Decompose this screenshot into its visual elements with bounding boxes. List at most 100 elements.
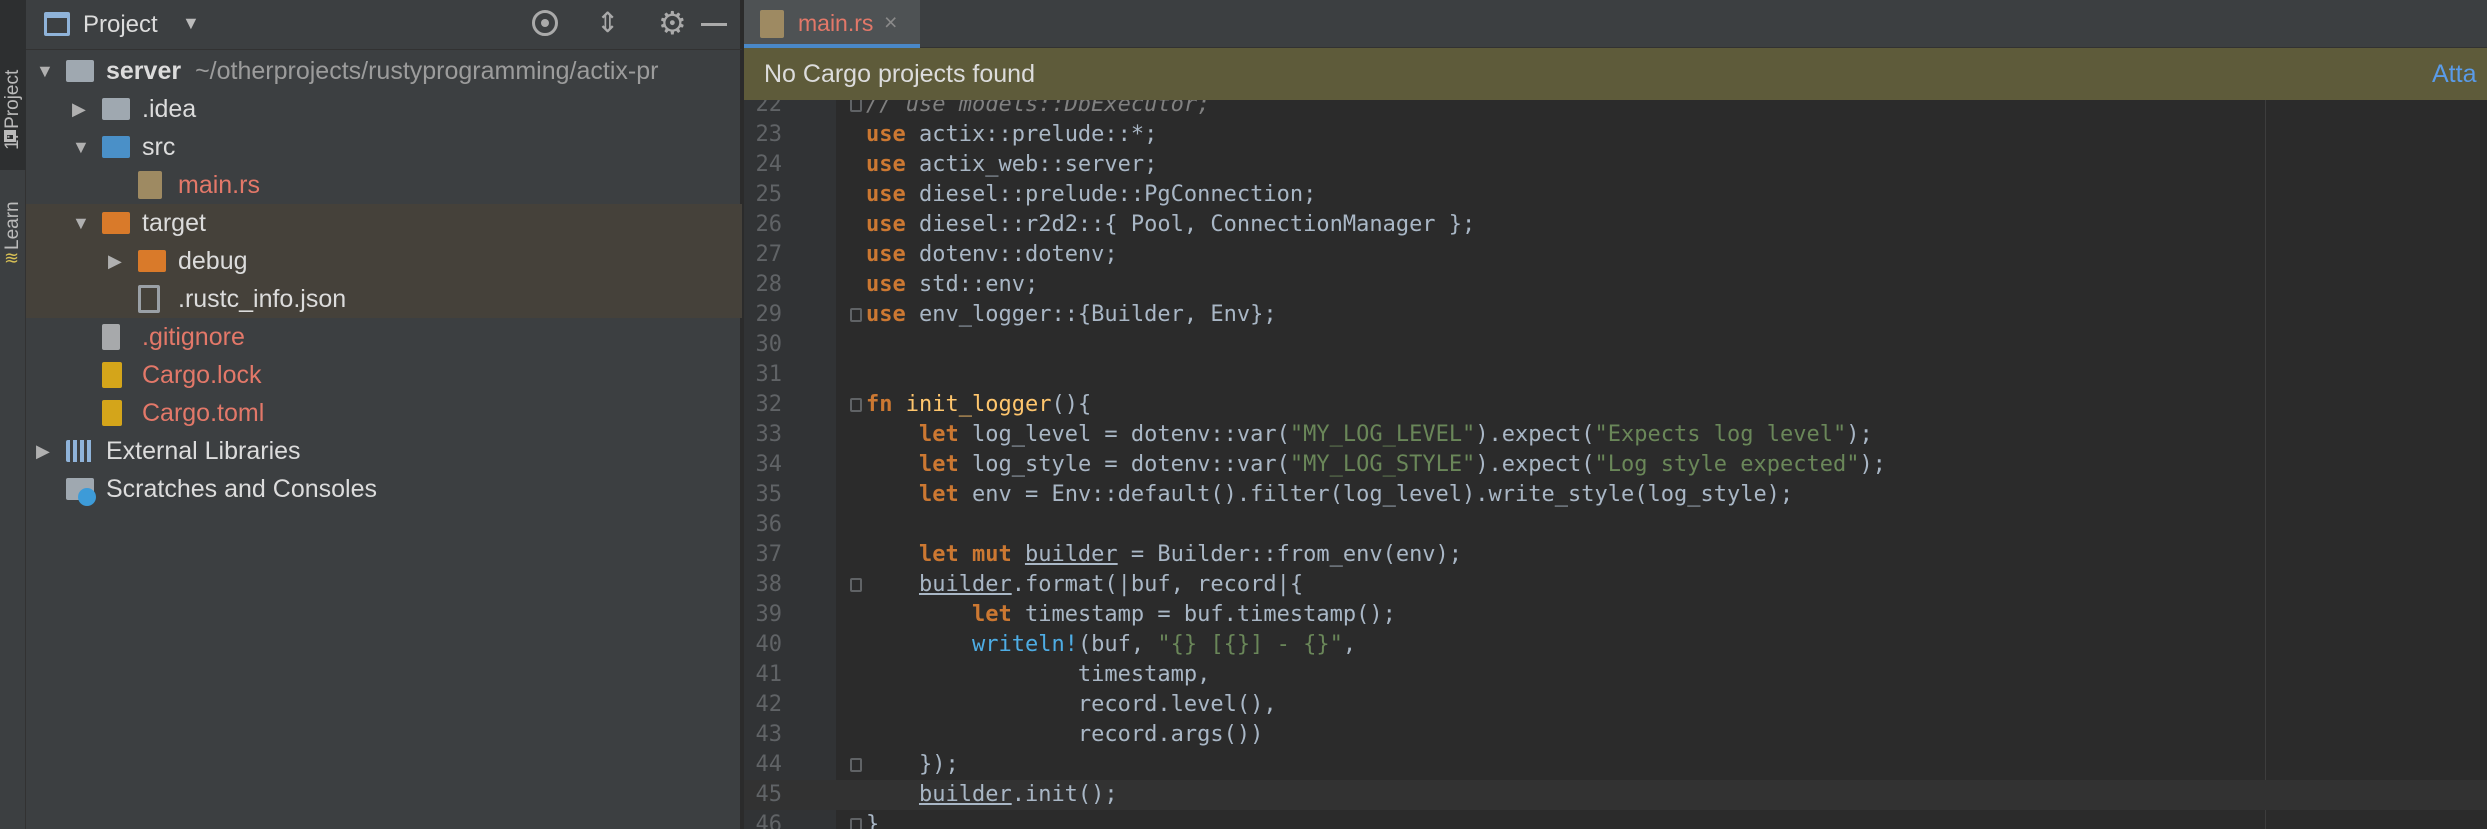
code-line[interactable]: 23 use actix::prelude::*; — [744, 120, 2487, 150]
code-line[interactable]: 25 use diesel::prelude::PgConnection; — [744, 180, 2487, 210]
close-icon[interactable]: × — [884, 9, 897, 36]
tree-item[interactable]: .gitignore — [26, 318, 742, 356]
fold-marker-icon[interactable] — [850, 818, 862, 829]
code-line[interactable]: 41 timestamp, — [744, 660, 2487, 690]
chevron-right-icon[interactable]: ▶ — [72, 90, 86, 128]
line-number: 28 — [755, 272, 783, 297]
chevron-right-icon[interactable]: ▶ — [108, 242, 122, 280]
chevron-down-icon[interactable]: ▼ — [36, 52, 54, 90]
tree-item[interactable]: ▼ target — [26, 204, 742, 242]
code-text: use diesel::r2d2::{ Pool, ConnectionMana… — [866, 212, 1476, 237]
editor-tab-label: main.rs — [798, 10, 874, 36]
chevron-right-icon[interactable]: ▶ — [36, 432, 50, 470]
editor-tab-main-rs[interactable]: main.rs × — [744, 0, 920, 48]
notification-banner: No Cargo projects found Atta — [744, 48, 2487, 100]
tree-item-label: main.rs — [178, 171, 260, 199]
tree-item-label: Cargo.lock — [142, 361, 262, 389]
tree-item[interactable]: ▼ server ~/otherprojects/rustyprogramming/… — [26, 52, 742, 90]
fold-marker-icon[interactable] — [850, 758, 862, 772]
tree-item[interactable]: Scratches and Consoles — [26, 470, 742, 508]
file-icon — [66, 478, 96, 506]
code-text: use dotenv::dotenv; — [866, 242, 1118, 267]
code-line[interactable]: 43 record.args()) — [744, 720, 2487, 750]
code-text: record.level(), — [866, 692, 1277, 717]
folder-icon — [102, 136, 130, 158]
code-line[interactable]: 32 fn init_logger(){ — [744, 390, 2487, 420]
tree-item[interactable]: ▼ src — [26, 128, 742, 166]
line-number: 43 — [755, 722, 783, 747]
code-line[interactable]: 35 let env = Env::default().filter(log_l… — [744, 480, 2487, 510]
code-line[interactable]: 42 record.level(), — [744, 690, 2487, 720]
code-line[interactable]: 40 writeln!(buf, "{} [{}] - {}", — [744, 630, 2487, 660]
code-text: } — [866, 812, 880, 829]
code-line[interactable]: 46} — [744, 810, 2487, 829]
code-line[interactable]: 38 builder.format(|buf, record|{ — [744, 570, 2487, 600]
line-number: 36 — [755, 512, 783, 537]
code-line[interactable]: 24 use actix_web::server; — [744, 150, 2487, 180]
tree-item-label: Cargo.toml — [142, 399, 265, 427]
code-text: use actix::prelude::*; — [866, 122, 1158, 147]
code-line[interactable]: 31 — [744, 360, 2487, 390]
project-window-icon — [4, 130, 16, 142]
tree-item[interactable]: ▶ External Libraries — [26, 432, 742, 470]
file-icon — [66, 440, 94, 462]
line-number: 46 — [755, 812, 783, 829]
tree-item-label: External Libraries — [106, 437, 301, 465]
code-editor[interactable]: 22 // use models::DbExecutor; 23 use actix:… — [744, 100, 2487, 829]
code-text: let log_style = dotenv::var("MY_LOG_STYL… — [918, 452, 1886, 477]
code-text: use std::env; — [866, 272, 1039, 297]
locate-file-icon[interactable] — [532, 10, 558, 36]
chevron-down-icon[interactable]: ▼ — [72, 204, 90, 242]
tree-item-label: debug — [178, 247, 248, 275]
folder-icon — [102, 212, 130, 234]
line-number: 33 — [755, 422, 783, 447]
code-line[interactable]: 37 let mut builder = Builder::from_env(e… — [744, 540, 2487, 570]
tool-window-strip: 1: Project Learn ≋ — [0, 0, 26, 829]
attach-project-link[interactable]: Atta — [2432, 60, 2476, 89]
code-line[interactable]: 22 // use models::DbExecutor; — [744, 100, 2487, 120]
tree-item[interactable]: .rustc_info.json — [26, 280, 742, 318]
project-window-icon — [44, 12, 70, 36]
gear-icon[interactable]: ⚙ — [658, 4, 687, 42]
code-line[interactable]: 34 let log_style = dotenv::var("MY_LOG_S… — [744, 450, 2487, 480]
fold-marker-icon[interactable] — [850, 578, 862, 592]
tree-item-label: src — [142, 133, 176, 161]
tree-item[interactable]: ▶ debug — [26, 242, 742, 280]
line-number: 35 — [755, 482, 783, 507]
code-text: let mut builder = Builder::from_env(env)… — [918, 542, 1463, 567]
code-text: // use models::DbExecutor; — [866, 100, 1211, 117]
rust-file-icon — [760, 10, 784, 38]
code-line[interactable]: 30 — [744, 330, 2487, 360]
project-panel-header: Project ▼ ⇕ ⚙ — [26, 0, 742, 50]
collapse-all-icon[interactable]: ⇕ — [596, 6, 619, 39]
line-number: 42 — [755, 692, 783, 717]
file-icon — [138, 285, 160, 313]
fold-marker-icon[interactable] — [850, 398, 862, 412]
tree-item[interactable]: main.rs — [26, 166, 742, 204]
learn-icon: ≋ — [4, 248, 20, 268]
code-line[interactable]: 33 let log_level = dotenv::var("MY_LOG_L… — [744, 420, 2487, 450]
code-line[interactable]: 27 use dotenv::dotenv; — [744, 240, 2487, 270]
code-text: let env = Env::default().filter(log_leve… — [918, 482, 1794, 507]
line-number: 32 — [755, 392, 783, 417]
code-line[interactable]: 44 }); — [744, 750, 2487, 780]
fold-marker-icon[interactable] — [850, 100, 862, 112]
code-text: fn init_logger(){ — [866, 392, 1092, 417]
code-line[interactable]: 26 use diesel::r2d2::{ Pool, ConnectionMa… — [744, 210, 2487, 240]
chevron-down-icon[interactable]: ▼ — [182, 13, 200, 34]
tree-item[interactable]: Cargo.lock — [26, 356, 742, 394]
code-line[interactable]: 29 use env_logger::{Builder, Env}; — [744, 300, 2487, 330]
code-line[interactable]: 45 builder.init(); — [744, 780, 2487, 810]
project-tool-tab[interactable]: 1: Project — [0, 0, 26, 170]
chevron-down-icon[interactable]: ▼ — [72, 128, 90, 166]
line-number: 34 — [755, 452, 783, 477]
line-number: 24 — [755, 152, 783, 177]
tree-item[interactable]: ▶ .idea — [26, 90, 742, 128]
tree-item[interactable]: Cargo.toml — [26, 394, 742, 432]
code-line[interactable]: 39 let timestamp = buf.timestamp(); — [744, 600, 2487, 630]
code-line[interactable]: 36 — [744, 510, 2487, 540]
minimize-icon[interactable] — [701, 23, 727, 26]
code-line[interactable]: 28 use std::env; — [744, 270, 2487, 300]
project-view-selector[interactable]: Project — [83, 11, 158, 39]
fold-marker-icon[interactable] — [850, 308, 862, 322]
